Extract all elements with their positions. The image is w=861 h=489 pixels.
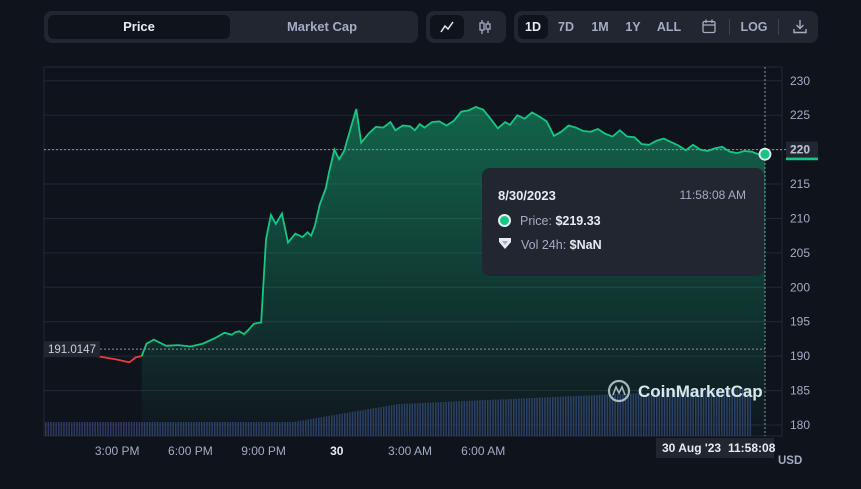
current-price-dot: [758, 147, 772, 161]
volume-bar: [50, 422, 52, 436]
volume-bar: [76, 422, 78, 436]
y-tick-label: 200: [790, 280, 810, 294]
x-tick-label: 3:00 PM: [95, 444, 140, 458]
tooltip-price-label: Price:: [520, 214, 552, 228]
volume-bar: [65, 422, 68, 436]
volume-bar: [104, 422, 107, 436]
volume-bar: [91, 422, 94, 436]
y-tick-label: 190: [790, 349, 810, 363]
volume-bar: [97, 422, 99, 436]
volume-bar: [123, 422, 125, 436]
y-tick-label: 210: [790, 211, 810, 225]
volume-bar: [102, 422, 104, 436]
volume-bar: [107, 422, 109, 436]
y-tick-label: 220: [790, 143, 810, 157]
tooltip-date: 8/30/2023: [498, 188, 556, 203]
volume-bar: [78, 422, 81, 436]
volume-bar: [86, 422, 89, 436]
volume-bar: [94, 422, 96, 436]
tooltip-price-row: Price: $219.33: [498, 214, 601, 230]
volume-bar: [125, 422, 128, 436]
y-tick-label: 180: [790, 418, 810, 432]
volume-bar: [60, 422, 63, 436]
volume-bar: [63, 422, 65, 436]
price-dot-icon: [498, 214, 511, 227]
y-tick-label: 185: [790, 384, 810, 398]
open-price-label: 191.0147: [48, 344, 96, 356]
y-tick-label: 205: [790, 246, 810, 260]
volume-bar: [138, 422, 141, 436]
volume-bar: [58, 422, 60, 436]
volume-bar: [89, 422, 91, 436]
price-tooltip: 8/30/2023 11:58:08 AM Price: $219.33 Vol…: [482, 168, 764, 276]
volume-bar: [130, 422, 133, 436]
tooltip-volume-label: Vol 24h:: [521, 238, 567, 252]
volume-bar: [120, 422, 122, 436]
volume-bar: [73, 422, 76, 436]
volume-bar: [136, 422, 138, 436]
volume-bar: [128, 422, 130, 436]
x-tick-label: 6:00 AM: [461, 444, 505, 458]
x-tick-label: 3:00 AM: [388, 444, 432, 458]
tooltip-volume-row: Vol 24h: $NaN: [498, 237, 602, 253]
volume-bar: [47, 422, 50, 436]
volume-bar: [115, 422, 117, 436]
y-tick-label: 215: [790, 177, 810, 191]
volume-bar: [68, 422, 70, 436]
volume-bar: [45, 422, 47, 436]
volume-bar: [81, 422, 83, 436]
tooltip-volume-value: $NaN: [569, 238, 602, 252]
volume-bar: [117, 422, 120, 436]
volume-bar: [52, 422, 55, 436]
volume-bar: [99, 422, 102, 436]
crosshair-time-label: 11:58:08: [728, 441, 776, 455]
y-tick-label: 230: [790, 74, 810, 88]
volume-bar: [112, 422, 115, 436]
volume-bar: [55, 422, 57, 436]
volume-shield-icon: [499, 238, 511, 249]
y-unit-label: USD: [778, 455, 802, 467]
x-tick-label: 6:00 PM: [168, 444, 213, 458]
y-tick-label: 195: [790, 315, 810, 329]
volume-bar: [71, 422, 73, 436]
tooltip-price-value: $219.33: [555, 214, 601, 228]
y-tick-label: 225: [790, 108, 810, 122]
volume-bar: [133, 422, 135, 436]
x-tick-label: 30: [330, 444, 344, 458]
volume-bar: [110, 422, 112, 436]
tooltip-time: 11:58:08 AM: [679, 188, 747, 202]
crosshair-date-label: 30 Aug '23: [662, 441, 721, 455]
x-tick-label: 9:00 PM: [241, 444, 286, 458]
volume-bar: [84, 422, 86, 436]
